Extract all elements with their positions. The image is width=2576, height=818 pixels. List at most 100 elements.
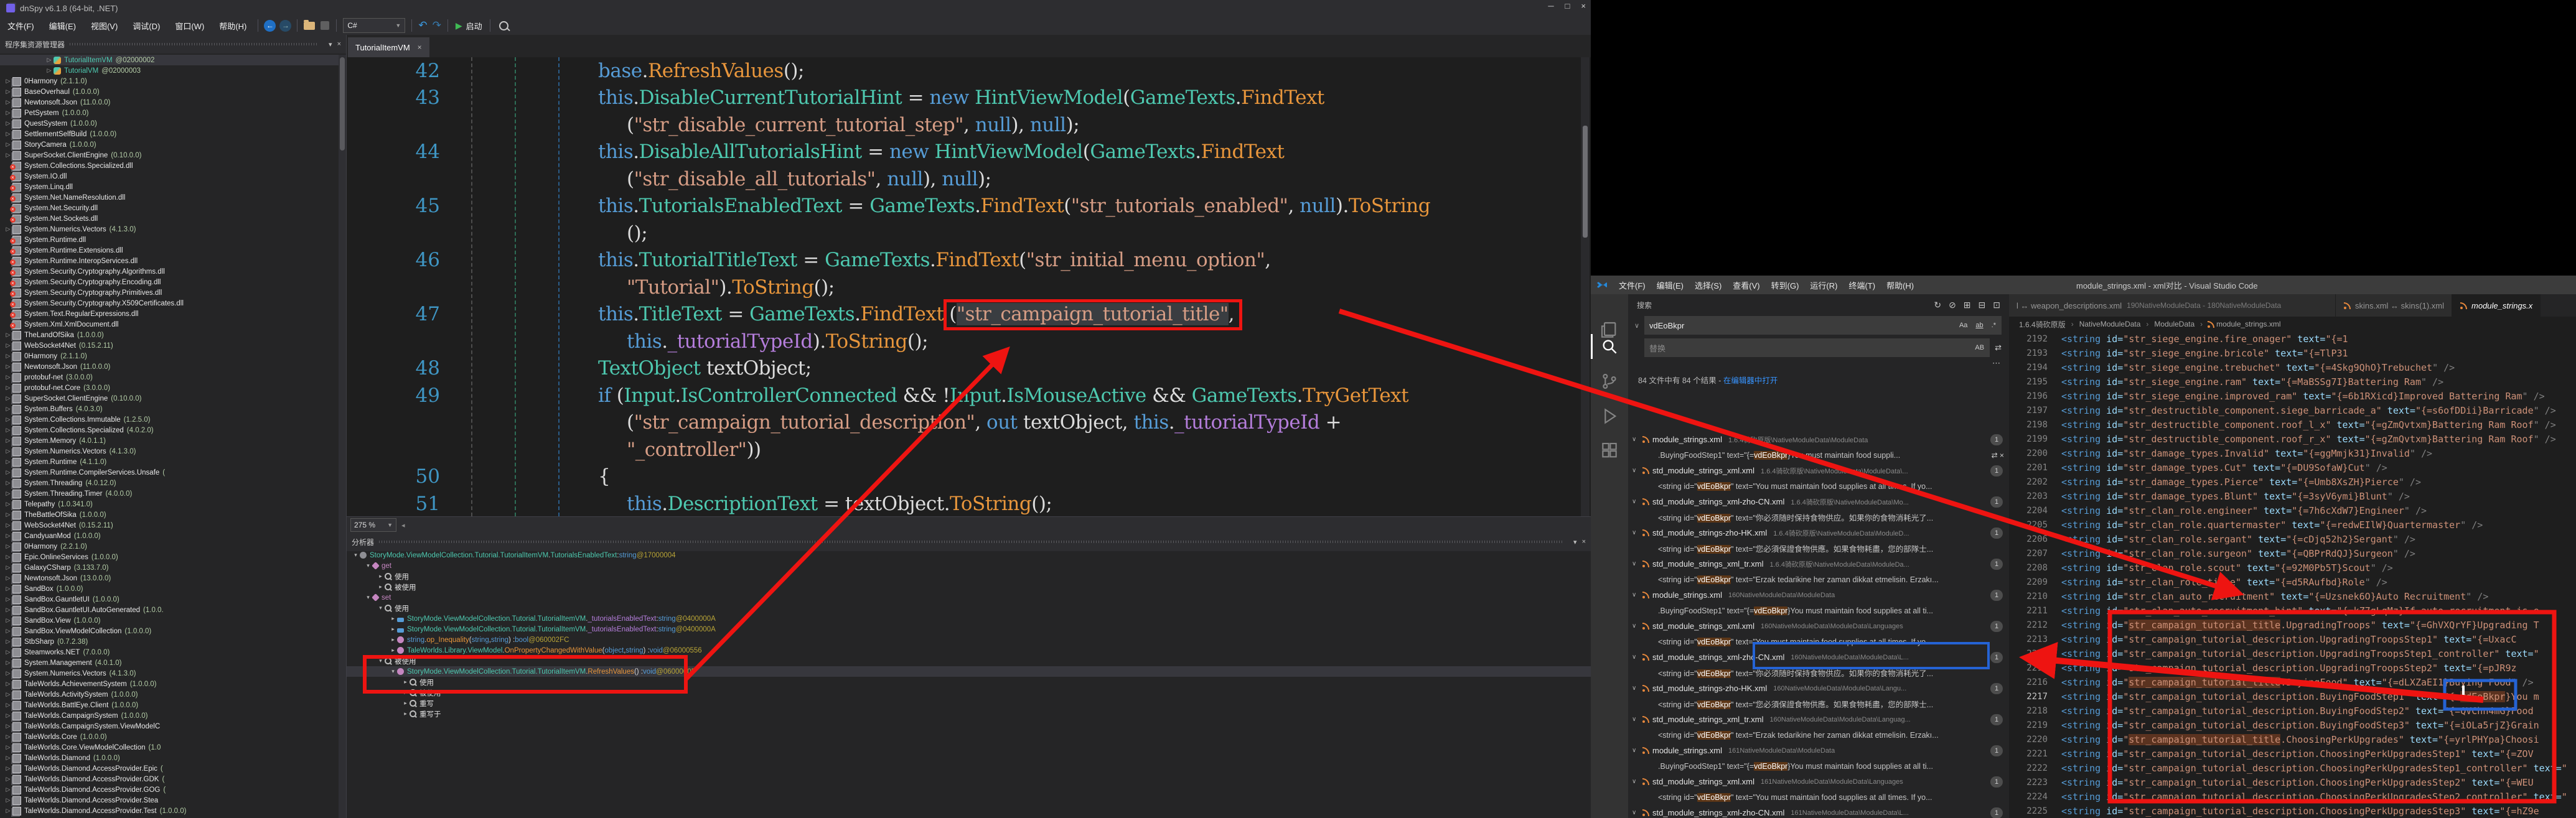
open-in-editor-link[interactable]: 在编辑器中打开 bbox=[1723, 376, 1778, 385]
menu-item[interactable]: 帮助(H) bbox=[1881, 277, 1919, 293]
assembly-tree-item[interactable]: ▷Telepathy(1.0.341.0) bbox=[0, 499, 339, 509]
minimize-icon[interactable]: ─ bbox=[1548, 1, 1553, 11]
assembly-tree-item[interactable]: ▷TaleWorlds.CampaignSystem.ViewModelC bbox=[0, 721, 339, 732]
run-debug-icon[interactable] bbox=[1599, 406, 1619, 426]
open-in-editor-icon[interactable]: ⊞ bbox=[1964, 300, 1971, 310]
regex-toggle[interactable]: .* bbox=[1990, 320, 1998, 330]
refresh-icon[interactable]: ↻ bbox=[1934, 300, 1941, 310]
xml-line[interactable]: 2215 <string id="str_campaign_tutorial_d… bbox=[2009, 661, 2576, 675]
assembly-tree-item[interactable]: ▷Newtonsoft.Json(11.0.0.0) bbox=[0, 361, 339, 372]
assembly-tree-item[interactable]: ▷TaleWorlds.Diamond.AccessProvider.Stea bbox=[0, 795, 339, 806]
analyzer-tree-item[interactable]: ▸TaleWorlds.Library.ViewModel.OnProperty… bbox=[347, 645, 1591, 656]
maximize-icon[interactable]: □ bbox=[1565, 1, 1570, 11]
editor-tab[interactable]: l ↔ weapon_descriptions.xml190NativeModu… bbox=[2009, 294, 2336, 317]
assembly-tree-item[interactable]: ▷protobuf-net(3.0.0.0) bbox=[0, 372, 339, 383]
assembly-tree-item[interactable]: System.IO.dll bbox=[0, 171, 339, 182]
xml-line[interactable]: 2197 <string id="str_destructible_compon… bbox=[2009, 403, 2576, 417]
code-line[interactable]: "Tutorial").ToString(); bbox=[347, 274, 1591, 301]
assembly-tree-item[interactable]: System.Net.Sockets.dll bbox=[0, 213, 339, 224]
analyzer-tree-item[interactable]: ▸使用 bbox=[347, 677, 1591, 687]
xml-line[interactable]: 2224 <string id="str_campaign_tutorial_d… bbox=[2009, 789, 2576, 804]
assembly-tree-item[interactable]: ▷Epic.OnlineServices(1.0.0.0) bbox=[0, 552, 339, 562]
analyzer-tree-item[interactable]: ▾StoryMode.ViewModelCollection.Tutorial.… bbox=[347, 550, 1591, 560]
save-icon[interactable] bbox=[321, 21, 329, 30]
breadcrumb[interactable]: 1.6.4骑砍原版›NativeModuleData›ModuleData›mo… bbox=[2009, 317, 2576, 332]
assembly-tree-item[interactable]: ▷TaleWorlds.ActivitySystem(1.0.0.0) bbox=[0, 689, 339, 700]
xml-line[interactable]: 2212 <string id="str_campaign_tutorial_t… bbox=[2009, 618, 2576, 632]
xml-line[interactable]: 2205 <string id="str_clan_role.quarterma… bbox=[2009, 518, 2576, 532]
panel-close-icon[interactable]: × bbox=[1582, 538, 1586, 546]
search-result-file[interactable]: ∨std_module_strings_xml.xml161NativeModu… bbox=[1628, 774, 2009, 789]
xml-line[interactable]: 2220 <string id="str_campaign_tutorial_t… bbox=[2009, 732, 2576, 746]
xml-line[interactable]: 2204 <string id="str_clan_role.engineer"… bbox=[2009, 503, 2576, 518]
menu-item[interactable]: 运行(R) bbox=[1804, 277, 1843, 293]
panel-close-icon[interactable]: × bbox=[337, 40, 341, 48]
extensions-icon[interactable] bbox=[1599, 441, 1619, 461]
match-actions[interactable]: ⇄ × bbox=[1992, 451, 2004, 460]
source-control-icon[interactable] bbox=[1599, 371, 1619, 391]
assembly-tree-item[interactable]: System.Security.Cryptography.Algorithms.… bbox=[0, 266, 339, 277]
xml-line[interactable]: 2210 <string id="str_clan_auto_recruitme… bbox=[2009, 589, 2576, 603]
assembly-tree-item[interactable]: System.Runtime.Extensions.dll bbox=[0, 245, 339, 256]
assembly-tree-item[interactable]: ▷WebSocket4Net(0.15.2.11) bbox=[0, 520, 339, 531]
xml-line[interactable]: 2225 <string id="str_campaign_tutorial_d… bbox=[2009, 804, 2576, 818]
search-result-file[interactable]: ∨std_module_strings_xml-zho-CN.xml161Nat… bbox=[1628, 805, 2009, 818]
assembly-tree-item[interactable]: ▷0Harmony(2.1.1.0) bbox=[0, 351, 339, 361]
search-result-file[interactable]: ∨module_strings.xml161NativeModuleData\M… bbox=[1628, 743, 2009, 758]
breadcrumb-item[interactable]: ModuleData bbox=[2154, 320, 2194, 328]
menu-item[interactable]: 调试(D) bbox=[125, 17, 167, 34]
xml-code-lines[interactable]: 2192 <string id="str_siege_engine.fire_o… bbox=[2009, 332, 2576, 818]
search-result-file[interactable]: ∨std_module_strings_xml-zho-CN.xml160Nat… bbox=[1628, 649, 2009, 665]
search-result-file[interactable]: ∨std_module_strings-zho-HK.xml1.6.4骑砍原版\… bbox=[1628, 525, 2009, 541]
search-result-match[interactable]: <string id="vdEoBkpr" text="You must mai… bbox=[1628, 634, 2009, 649]
analyzer-tree-item[interactable]: ▸重写 bbox=[347, 698, 1591, 709]
search-input[interactable]: vdEoBkpr Aa ab .* bbox=[1644, 316, 2002, 335]
search-result-file[interactable]: ∨std_module_strings-zho-HK.xml160NativeM… bbox=[1628, 681, 2009, 696]
menu-item[interactable]: 视图(V) bbox=[83, 17, 125, 34]
search-result-match[interactable]: <string id="vdEoBkpr" text="Erzak tedari… bbox=[1628, 727, 2009, 743]
search-result-match[interactable]: <string id="vdEoBkpr" text="You must mai… bbox=[1628, 789, 2009, 805]
assembly-tree-item[interactable]: ▷SandBox(1.0.0.0) bbox=[0, 583, 339, 594]
toggle-search-details-icon[interactable]: ⋯ bbox=[1992, 358, 2000, 368]
breadcrumb-item[interactable]: module_strings.xml bbox=[2216, 320, 2280, 328]
search-result-match[interactable]: .BuyingFoodStep1" text="{=vdEoBkpr}You m… bbox=[1628, 758, 2009, 774]
breadcrumb-item[interactable]: NativeModuleData bbox=[2079, 320, 2141, 328]
code-line[interactable]: 49if (Input.IsControllerConnected && !In… bbox=[347, 382, 1591, 409]
assembly-tree-item[interactable]: ▷TaleWorlds.CampaignSystem(1.0.0.0) bbox=[0, 710, 339, 721]
assembly-tree-item[interactable]: ▷SandBox.GauntletUI.AutoGenerated(1.0.0. bbox=[0, 605, 339, 615]
xml-line[interactable]: 2192 <string id="str_siege_engine.fire_o… bbox=[2009, 332, 2576, 346]
search-result-match[interactable]: <string id="vdEoBkpr" text="你必须随时保持食物供应。… bbox=[1628, 509, 2009, 525]
assembly-tree-item[interactable]: ▷TaleWorlds.Core(1.0.0.0) bbox=[0, 732, 339, 742]
xml-line[interactable]: 2194 <string id="str_siege_engine.trebuc… bbox=[2009, 360, 2576, 374]
code-line[interactable]: 50{ bbox=[347, 463, 1591, 491]
zoom-level-select[interactable]: 275 %▼ bbox=[350, 518, 396, 532]
assembly-tree-item[interactable]: ▷TaleWorlds.Diamond.AccessProvider.Test(… bbox=[0, 806, 339, 816]
assembly-tree-item[interactable]: ▷System.Threading(4.0.12.0) bbox=[0, 478, 339, 488]
assembly-tree-item[interactable]: ▷WebSocket4Net(0.15.2.11) bbox=[0, 340, 339, 351]
code-line[interactable]: 46this.TutorialTitleText = GameTexts.Fin… bbox=[347, 247, 1591, 274]
code-line[interactable]: 43this.DisableCurrentTutorialHint = new … bbox=[347, 85, 1591, 112]
code-line[interactable]: ("str_campaign_tutorial_description", ou… bbox=[347, 409, 1591, 437]
code-line[interactable]: 48TextObject textObject; bbox=[347, 355, 1591, 383]
preserve-case-toggle[interactable]: AB bbox=[1973, 343, 1986, 353]
xml-line[interactable]: 2207 <string id="str_clan_role.surgeon" … bbox=[2009, 546, 2576, 560]
assembly-tree-item[interactable]: ▷GalaxyCSharp(3.133.7.0) bbox=[0, 562, 339, 573]
analyzer-tree-item[interactable]: ▸被使用 bbox=[347, 582, 1591, 592]
xml-line[interactable]: 2211 <string id="str_clan_auto_recruitme… bbox=[2009, 603, 2576, 618]
analyzer-tree-item[interactable]: ▸重写于 bbox=[347, 709, 1591, 719]
decompiled-code-editor[interactable]: 42base.RefreshValues();43this.DisableCur… bbox=[347, 57, 1591, 516]
xml-line[interactable]: 2201 <string id="str_damage_types.Cut" t… bbox=[2009, 460, 2576, 475]
xml-line[interactable]: 2195 <string id="str_siege_engine.ram" t… bbox=[2009, 374, 2576, 389]
assembly-tree-item[interactable]: ▷Newtonsoft.Json(13.0.0.0) bbox=[0, 573, 339, 583]
xml-line[interactable]: 2200 <string id="str_damage_types.Invali… bbox=[2009, 446, 2576, 460]
assembly-tree-item[interactable]: ▷TaleWorlds.BattlEye.Client(1.0.0.0) bbox=[0, 700, 339, 710]
breadcrumb-item[interactable]: 1.6.4骑砍原版 bbox=[2019, 319, 2066, 330]
code-line[interactable]: 42base.RefreshValues(); bbox=[347, 57, 1591, 85]
explorer-scrollbar[interactable] bbox=[339, 55, 346, 818]
xml-line[interactable]: 2202 <string id="str_damage_types.Pierce… bbox=[2009, 475, 2576, 489]
tab-close-icon[interactable]: × bbox=[418, 43, 422, 52]
analyzer-tree-item[interactable]: ▸使用 bbox=[347, 571, 1591, 582]
code-line[interactable]: "_controller")) bbox=[347, 436, 1591, 463]
search-icon[interactable] bbox=[499, 21, 508, 30]
panel-dropdown-icon[interactable]: ▾ bbox=[1573, 538, 1577, 546]
